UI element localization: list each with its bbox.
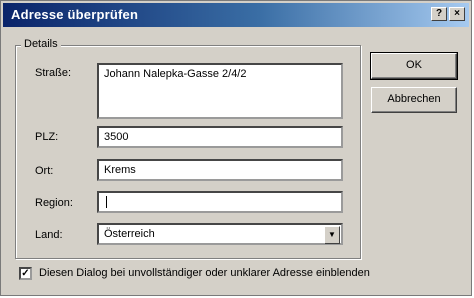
street-field[interactable]: Johann Nalepka-Gasse 2/4/2 <box>97 63 343 119</box>
zip-value: 3500 <box>104 131 129 143</box>
dialog-title: Adresse überprüfen <box>11 7 139 22</box>
street-label: Straße: <box>35 67 72 79</box>
show-dialog-label[interactable]: Diesen Dialog bei unvollständiger oder u… <box>39 267 370 279</box>
help-button[interactable]: ? <box>431 7 447 21</box>
city-field[interactable]: Krems <box>97 159 343 181</box>
country-label: Land: <box>35 229 63 241</box>
city-value: Krems <box>104 164 136 176</box>
zip-field[interactable]: 3500 <box>97 126 343 148</box>
address-dialog: Adresse überprüfen ? × Details Straße: J… <box>0 0 472 296</box>
city-label: Ort: <box>35 165 54 177</box>
show-dialog-checkbox[interactable]: ✓ <box>19 267 32 280</box>
region-label: Region: <box>35 197 73 209</box>
zip-label: PLZ: <box>35 131 59 143</box>
ok-button[interactable]: OK <box>370 52 458 80</box>
chevron-down-icon[interactable]: ▼ <box>324 226 340 244</box>
country-select[interactable]: Österreich ▼ <box>97 223 343 245</box>
close-button[interactable]: × <box>449 7 465 21</box>
country-value: Österreich <box>104 228 155 240</box>
region-field[interactable] <box>97 191 343 213</box>
cancel-button[interactable]: Abbrechen <box>371 87 457 113</box>
street-value: Johann Nalepka-Gasse 2/4/2 <box>104 68 247 80</box>
title-bar: Adresse überprüfen ? × <box>3 3 469 27</box>
details-legend: Details <box>21 38 61 50</box>
text-caret <box>106 196 107 209</box>
